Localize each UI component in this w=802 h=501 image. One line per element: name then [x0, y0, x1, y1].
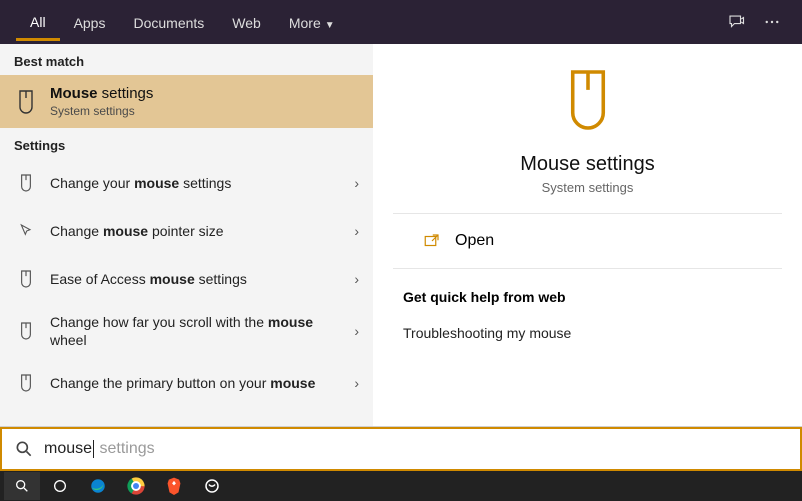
- tab-all[interactable]: All: [16, 4, 60, 41]
- setting-item-label: Change your mouse settings: [50, 174, 342, 192]
- best-match-label: Best match: [0, 44, 373, 75]
- tab-more-label: More: [289, 15, 321, 31]
- tab-apps[interactable]: Apps: [60, 5, 120, 39]
- taskbar-search-icon[interactable]: [4, 472, 40, 500]
- setting-item-label: Change mouse pointer size: [50, 222, 342, 240]
- pointer-icon: [14, 217, 38, 245]
- help-section-header: Get quick help from web: [373, 269, 802, 313]
- setting-item[interactable]: Change your mouse settings ›: [0, 159, 373, 207]
- detail-pane: Mouse settings System settings Open Get …: [373, 44, 802, 426]
- detail-title: Mouse settings: [393, 153, 782, 176]
- chevron-right-icon: ›: [354, 271, 359, 287]
- chevron-right-icon: ›: [354, 375, 359, 391]
- more-options-icon[interactable]: [758, 8, 786, 36]
- setting-item[interactable]: Change how far you scroll with the mouse…: [0, 303, 373, 359]
- search-typed-text: mouse: [44, 440, 92, 457]
- mouse-icon: [14, 169, 38, 197]
- feedback-icon[interactable]: [722, 8, 750, 36]
- setting-item[interactable]: Ease of Access mouse settings ›: [0, 255, 373, 303]
- taskbar-edge-icon[interactable]: [80, 472, 116, 500]
- search-input[interactable]: mouse settings: [44, 440, 788, 458]
- chevron-right-icon: ›: [354, 175, 359, 191]
- mouse-icon: [560, 64, 616, 136]
- open-icon: [423, 232, 441, 250]
- chevron-right-icon: ›: [354, 223, 359, 239]
- search-icon: [14, 439, 34, 459]
- search-scope-tabs: All Apps Documents Web More ▼: [0, 0, 802, 44]
- best-match-result[interactable]: Mouse settings System settings: [0, 75, 373, 128]
- search-bar[interactable]: mouse settings: [0, 427, 802, 471]
- settings-section-label: Settings: [0, 128, 373, 159]
- tab-documents[interactable]: Documents: [119, 5, 218, 39]
- setting-item[interactable]: Change the primary button on your mouse …: [0, 359, 373, 407]
- chevron-right-icon: ›: [354, 323, 359, 339]
- detail-subtitle: System settings: [393, 180, 782, 195]
- taskbar: [0, 471, 802, 501]
- results-list: Best match Mouse settings System setting…: [0, 44, 373, 426]
- chevron-down-icon: ▼: [325, 20, 335, 31]
- taskbar-cortana-icon[interactable]: [42, 472, 78, 500]
- mouse-icon: [14, 265, 38, 293]
- setting-item-label: Change how far you scroll with the mouse…: [50, 313, 342, 349]
- setting-item-label: Ease of Access mouse settings: [50, 270, 342, 288]
- mouse-icon: [14, 88, 38, 116]
- open-action[interactable]: Open: [393, 214, 782, 269]
- mouse-icon: [14, 317, 38, 345]
- mouse-icon: [14, 369, 38, 397]
- text-cursor: [93, 440, 94, 458]
- taskbar-app-icon[interactable]: [194, 472, 230, 500]
- setting-item-label: Change the primary button on your mouse: [50, 374, 342, 392]
- taskbar-chrome-icon[interactable]: [118, 472, 154, 500]
- help-link[interactable]: Troubleshooting my mouse: [373, 313, 802, 353]
- tab-more[interactable]: More ▼: [275, 5, 349, 39]
- taskbar-brave-icon[interactable]: [156, 472, 192, 500]
- best-match-subtitle: System settings: [50, 104, 153, 118]
- open-label: Open: [455, 232, 494, 250]
- tab-web[interactable]: Web: [218, 5, 275, 39]
- setting-item[interactable]: Change mouse pointer size ›: [0, 207, 373, 255]
- best-match-title: Mouse settings: [50, 85, 153, 102]
- search-suggestion-text: settings: [95, 440, 155, 457]
